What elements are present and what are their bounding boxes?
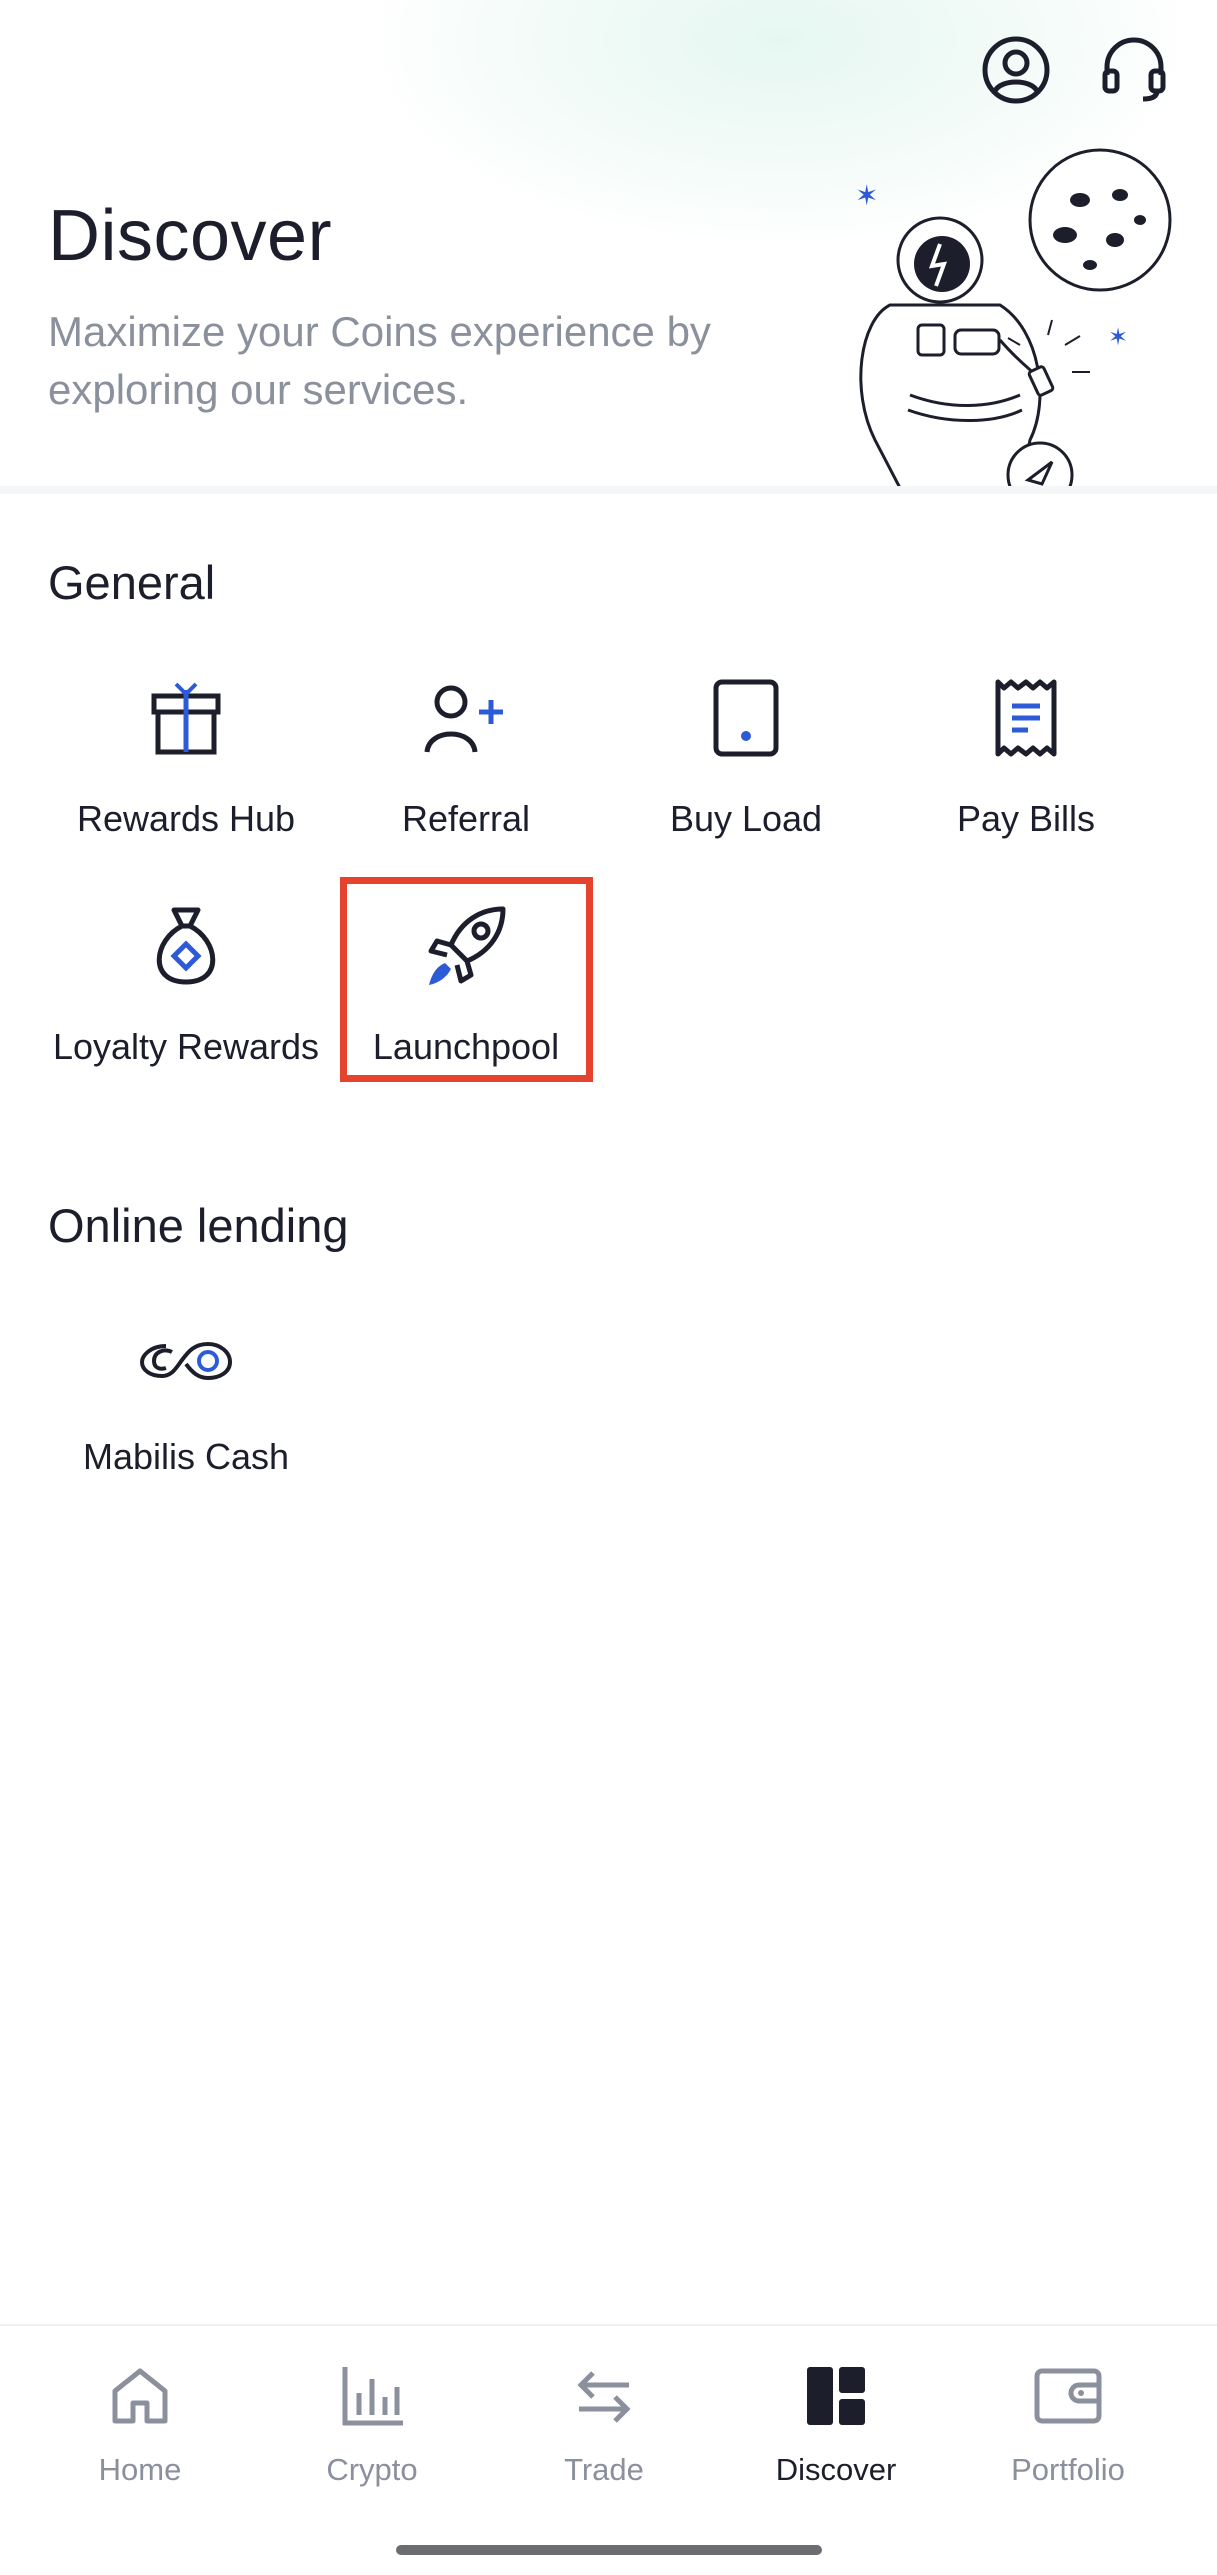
tab-label: Portfolio [1011, 2452, 1125, 2487]
service-tile-loyalty-rewards[interactable]: Loyalty Rewards [46, 896, 326, 1106]
tab-discover[interactable]: Discover [736, 2356, 936, 2496]
service-tile-referral[interactable]: Referral [326, 668, 606, 878]
tab-crypto[interactable]: Crypto [272, 2356, 472, 2496]
service-label: Mabilis Cash [82, 1436, 290, 1477]
svg-text:✶: ✶ [855, 179, 878, 212]
section-title-general: General [48, 556, 216, 609]
service-label: Buy Load [669, 798, 823, 839]
add-user-icon [416, 668, 516, 768]
mabilis-cash-logo-icon [136, 1310, 236, 1410]
bar-chart-icon [332, 2356, 412, 2436]
gift-icon [136, 668, 236, 768]
tab-trade[interactable]: Trade [504, 2356, 704, 2496]
launchpool-highlight-box [340, 877, 593, 1082]
support-headset-icon[interactable] [1098, 34, 1170, 106]
page-subtitle: Maximize your Coins experience by explor… [48, 308, 711, 413]
tab-home[interactable]: Home [40, 2356, 240, 2496]
tab-label: Home [98, 2452, 182, 2487]
service-label: Loyalty Rewards [52, 1026, 320, 1067]
profile-icon[interactable] [980, 34, 1052, 106]
money-bag-icon [136, 896, 236, 996]
phone-icon [696, 668, 796, 768]
dashboard-grid-icon [796, 2356, 876, 2436]
service-tile-buy-load[interactable]: Buy Load [606, 668, 886, 878]
tab-portfolio[interactable]: Portfolio [968, 2356, 1168, 2496]
tab-label: Crypto [326, 2452, 418, 2487]
bottom-tab-bar: Home Crypto Trade Discover Portfolio [0, 2324, 1217, 2575]
tab-label: Discover [775, 2452, 897, 2487]
svg-text:✶: ✶ [1108, 323, 1128, 351]
home-icon [100, 2356, 180, 2436]
swap-arrows-icon [564, 2356, 644, 2436]
service-label: Referral [401, 798, 531, 839]
astronaut-illustration: ✶ ✶ [855, 148, 1172, 488]
service-label: Rewards Hub [76, 798, 296, 839]
receipt-icon [976, 668, 1076, 768]
hero-header: Discover Maximize your Coins experience … [0, 0, 1217, 488]
section-title-online-lending: Online lending [48, 1199, 349, 1252]
tab-label: Trade [564, 2452, 644, 2487]
hero-divider [0, 486, 1217, 494]
service-tile-rewards-hub[interactable]: Rewards Hub [46, 668, 326, 878]
service-tile-mabilis-cash[interactable]: Mabilis Cash [46, 1310, 326, 1520]
service-label: Pay Bills [956, 798, 1096, 839]
wallet-icon [1028, 2356, 1108, 2436]
service-tile-pay-bills[interactable]: Pay Bills [886, 668, 1166, 878]
home-indicator [396, 2545, 822, 2555]
page-title: Discover [48, 196, 333, 276]
